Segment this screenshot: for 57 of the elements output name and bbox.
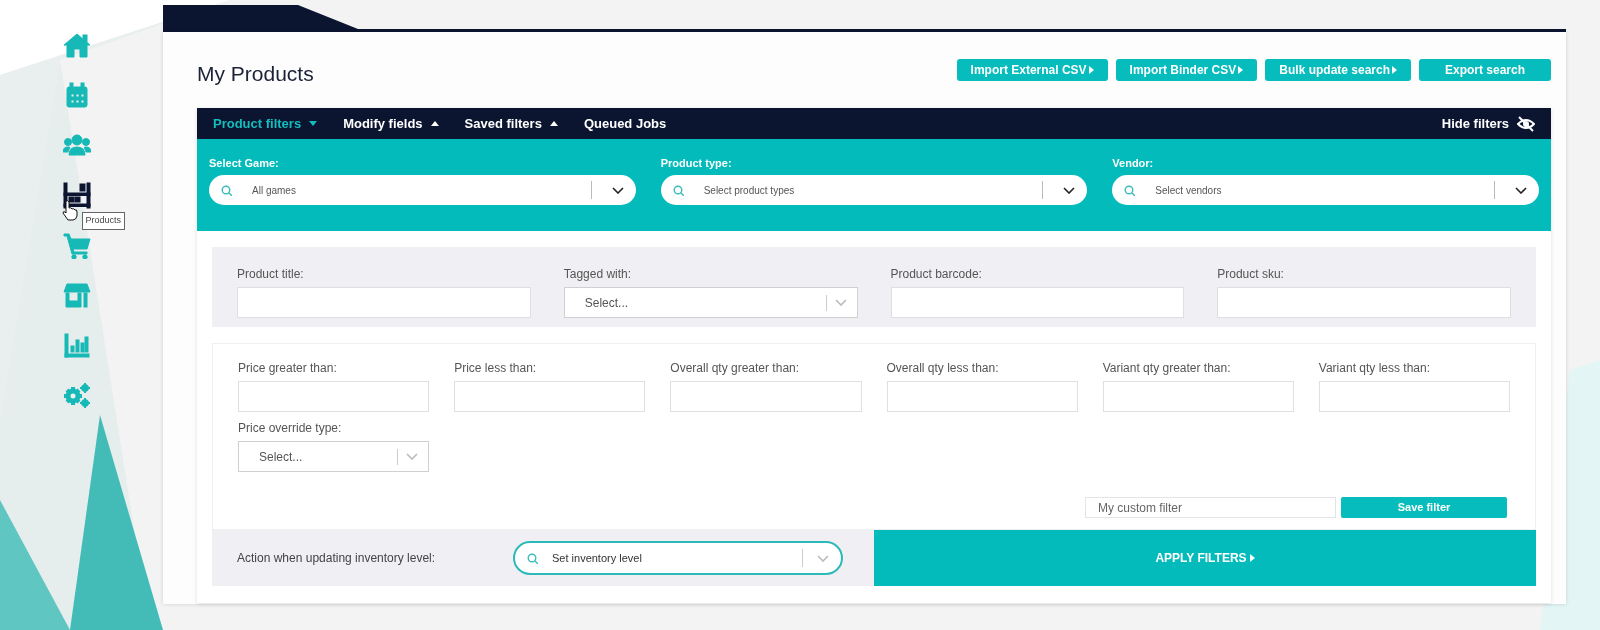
shelf-icon[interactable] <box>62 181 91 209</box>
filter-tab[interactable]: Product filters <box>213 113 318 134</box>
field-label: Variant qty less than: <box>1318 360 1431 377</box>
tooltip: Products <box>81 212 126 230</box>
field-label: Variant qty greater than: <box>1102 360 1232 377</box>
text-input[interactable] <box>454 381 646 412</box>
field-label: Tagged with: <box>563 266 633 283</box>
chevron-down-icon <box>834 299 847 306</box>
field-label: Product type: <box>660 156 733 171</box>
text-input[interactable] <box>1217 287 1511 318</box>
cart-icon[interactable] <box>62 231 91 259</box>
field-label: Action when updating inventory level: <box>237 550 437 567</box>
store-icon[interactable] <box>62 281 91 309</box>
select-field[interactable]: Set inventory level <box>513 541 843 575</box>
home-icon[interactable] <box>62 31 91 59</box>
field-label: Product sku: <box>1217 266 1285 283</box>
hand-cursor-icon <box>60 200 79 221</box>
select-field[interactable]: Select... <box>563 287 858 318</box>
select-field[interactable]: Select vendors <box>1112 175 1539 205</box>
field-label: Price greater than: <box>238 360 338 377</box>
people-icon[interactable] <box>62 131 91 159</box>
search-icon <box>527 552 538 564</box>
gears-icon[interactable] <box>62 381 91 409</box>
text-input[interactable] <box>1318 381 1510 412</box>
chevron-down-icon <box>611 186 624 194</box>
text-input[interactable] <box>237 287 531 318</box>
bar-chart-icon[interactable] <box>62 331 91 359</box>
text-input[interactable] <box>1102 381 1294 412</box>
field-label: Product barcode: <box>890 266 983 283</box>
chevron-down-icon <box>1063 186 1076 194</box>
chevron-down-icon <box>406 453 419 460</box>
field-label: Product title: <box>237 266 305 283</box>
search-icon <box>221 184 232 196</box>
text-input[interactable] <box>890 287 1185 318</box>
field-label: Select Game: <box>209 156 280 171</box>
text-input[interactable] <box>670 381 862 412</box>
filter-tab[interactable]: Modify fields <box>343 113 439 134</box>
eye-slash-icon <box>1517 115 1535 132</box>
filter-tab[interactable]: Queued Jobs <box>583 113 667 134</box>
select-field[interactable]: All games <box>209 175 636 205</box>
custom-filter-input[interactable]: My custom filter <box>1085 497 1336 518</box>
hide-filters-button[interactable]: Hide filters <box>1441 113 1535 134</box>
select-field[interactable]: Select product types <box>660 175 1088 205</box>
text-input[interactable] <box>886 381 1078 412</box>
chevron-down-icon <box>817 554 829 562</box>
field-label: Vendor: <box>1112 156 1155 171</box>
search-icon <box>1124 184 1136 196</box>
filter-tab[interactable]: Saved filters <box>464 113 558 134</box>
search-icon <box>672 184 684 196</box>
text-input[interactable] <box>238 381 430 412</box>
field-label: Price less than: <box>454 360 538 377</box>
field-label: Overall qty greater than: <box>670 360 801 377</box>
field-label: Price override type: <box>238 420 343 437</box>
page-title: My Products <box>197 61 314 87</box>
select-field[interactable]: Select... <box>238 441 430 472</box>
chevron-down-icon <box>1515 186 1527 194</box>
field-label: Overall qty less than: <box>886 360 1000 377</box>
